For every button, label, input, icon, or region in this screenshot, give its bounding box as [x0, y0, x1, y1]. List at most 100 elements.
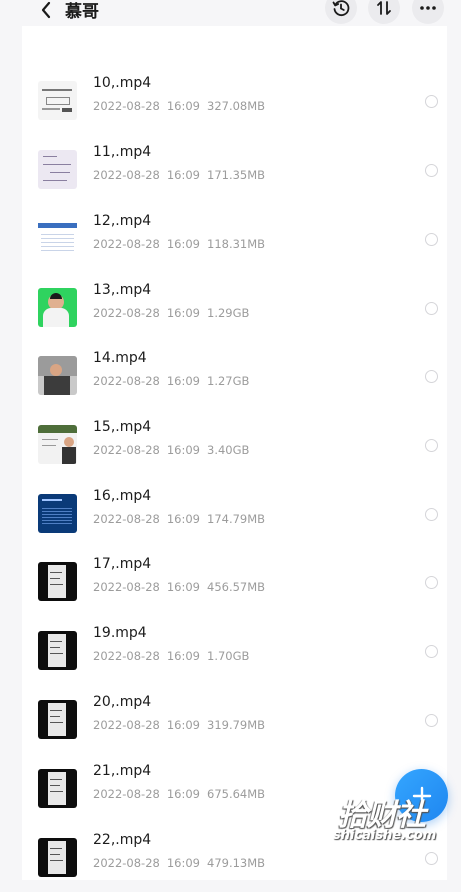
file-date: 2022-08-28	[93, 374, 160, 388]
file-date: 2022-08-28	[93, 99, 160, 113]
thumbnail-detail	[50, 710, 62, 711]
file-date: 2022-08-28	[93, 856, 160, 870]
thumbnail-detail	[62, 108, 72, 112]
file-time: 16:09	[166, 237, 200, 251]
video-thumbnail	[38, 838, 77, 877]
file-date: 2022-08-28	[93, 580, 160, 594]
select-radio[interactable]	[425, 95, 438, 108]
file-row[interactable]: 13,.mp4 2022-08-28 16:09 1.29GB	[22, 273, 447, 342]
file-meta: 2022-08-28 16:09 1.70GB	[93, 649, 256, 663]
file-row[interactable]: 15,.mp4 2022-08-28 16:09 3.40GB	[22, 410, 447, 479]
file-date: 2022-08-28	[93, 443, 160, 457]
thumbnail-detail	[44, 376, 70, 395]
select-radio[interactable]	[425, 714, 438, 727]
video-thumbnail	[38, 150, 77, 189]
thumbnail-detail	[48, 565, 66, 598]
thumbnail-detail	[43, 156, 57, 157]
select-radio[interactable]	[425, 439, 438, 452]
chevron-left-icon	[41, 1, 51, 19]
video-thumbnail	[38, 81, 77, 120]
file-name: 10,.mp4	[93, 75, 152, 91]
file-row[interactable]: 16,.mp4 2022-08-28 16:09 174.79MB	[22, 479, 447, 548]
select-radio[interactable]	[425, 645, 438, 658]
file-time: 16:09	[166, 443, 200, 457]
thumbnail-detail	[42, 506, 72, 526]
history-button[interactable]	[325, 0, 357, 24]
file-size: 1.70GB	[207, 649, 250, 663]
select-radio[interactable]	[425, 370, 438, 383]
file-time: 16:09	[166, 512, 200, 526]
sort-icon	[377, 1, 391, 15]
file-meta: 2022-08-28 16:09 1.29GB	[93, 306, 256, 320]
file-size: 1.29GB	[207, 306, 250, 320]
thumbnail-detail	[50, 779, 62, 780]
file-name: 13,.mp4	[93, 282, 152, 298]
file-time: 16:09	[166, 856, 200, 870]
thumbnail-detail	[43, 164, 71, 165]
file-meta: 2022-08-28 16:09 319.79MB	[93, 718, 272, 732]
file-time: 16:09	[166, 99, 200, 113]
video-thumbnail	[38, 288, 77, 327]
video-thumbnail	[38, 769, 77, 808]
file-name: 12,.mp4	[93, 213, 152, 229]
thumbnail-detail	[43, 308, 69, 327]
thumbnail-detail	[38, 223, 77, 228]
thumbnail-detail	[50, 716, 60, 717]
file-row[interactable]: 17,.mp4 2022-08-28 16:09 456.57MB	[22, 547, 447, 616]
file-time: 16:09	[166, 374, 200, 388]
thumbnail-detail	[42, 108, 60, 110]
thumbnail-detail	[50, 584, 63, 585]
watermark-url: shicaishe.com	[333, 828, 437, 843]
file-name: 22,.mp4	[93, 832, 152, 848]
file-size: 1.27GB	[207, 374, 250, 388]
file-row[interactable]: 11,.mp4 2022-08-28 16:09 171.35MB	[22, 135, 447, 204]
file-size: 675.64MB	[207, 787, 266, 801]
file-meta: 2022-08-28 16:09 171.35MB	[93, 168, 272, 182]
file-meta: 2022-08-28 16:09 118.31MB	[93, 237, 272, 251]
select-radio[interactable]	[425, 852, 438, 865]
video-thumbnail	[38, 562, 77, 601]
thumbnail-detail	[50, 172, 70, 173]
thumbnail-detail	[62, 447, 76, 464]
thumbnail-detail	[50, 854, 60, 855]
sort-button[interactable]	[368, 0, 400, 24]
select-radio[interactable]	[425, 576, 438, 589]
video-thumbnail	[38, 631, 77, 670]
thumbnail-detail	[42, 499, 62, 501]
select-radio[interactable]	[425, 508, 438, 521]
file-row[interactable]: 10,.mp4 2022-08-28 16:09 327.08MB	[22, 66, 447, 135]
thumbnail-detail	[50, 578, 60, 579]
file-row[interactable]: 19.mp4 2022-08-28 16:09 1.70GB	[22, 616, 447, 685]
video-thumbnail	[38, 700, 77, 739]
select-radio[interactable]	[425, 302, 438, 315]
file-size: 3.40GB	[207, 443, 250, 457]
more-button[interactable]	[412, 0, 444, 24]
file-name: 20,.mp4	[93, 694, 152, 710]
file-size: 479.13MB	[207, 856, 266, 870]
thumbnail-detail	[50, 653, 63, 654]
file-meta: 2022-08-28 16:09 3.40GB	[93, 443, 256, 457]
thumbnail-detail	[50, 647, 60, 648]
file-name: 21,.mp4	[93, 763, 152, 779]
file-row[interactable]: 20,.mp4 2022-08-28 16:09 319.79MB	[22, 685, 447, 754]
file-size: 118.31MB	[207, 237, 266, 251]
file-row[interactable]: 12,.mp4 2022-08-28 16:09 118.31MB	[22, 204, 447, 273]
thumbnail-detail	[50, 791, 63, 792]
thumbnail-detail	[48, 703, 66, 736]
file-meta: 2022-08-28 16:09 174.79MB	[93, 512, 272, 526]
select-radio[interactable]	[425, 164, 438, 177]
file-row[interactable]: 14.mp4 2022-08-28 16:09 1.27GB	[22, 341, 447, 410]
thumbnail-detail	[64, 437, 74, 447]
video-thumbnail	[38, 219, 77, 258]
thumbnail-detail	[48, 634, 66, 667]
thumbnail-detail	[43, 180, 67, 181]
file-size: 174.79MB	[207, 512, 266, 526]
file-size: 456.57MB	[207, 580, 266, 594]
file-meta: 2022-08-28 16:09 675.64MB	[93, 787, 272, 801]
select-radio[interactable]	[425, 233, 438, 246]
file-meta: 2022-08-28 16:09 327.08MB	[93, 99, 272, 113]
file-size: 327.08MB	[207, 99, 266, 113]
file-name: 14.mp4	[93, 350, 147, 366]
file-date: 2022-08-28	[93, 718, 160, 732]
back-button[interactable]	[36, 0, 56, 21]
